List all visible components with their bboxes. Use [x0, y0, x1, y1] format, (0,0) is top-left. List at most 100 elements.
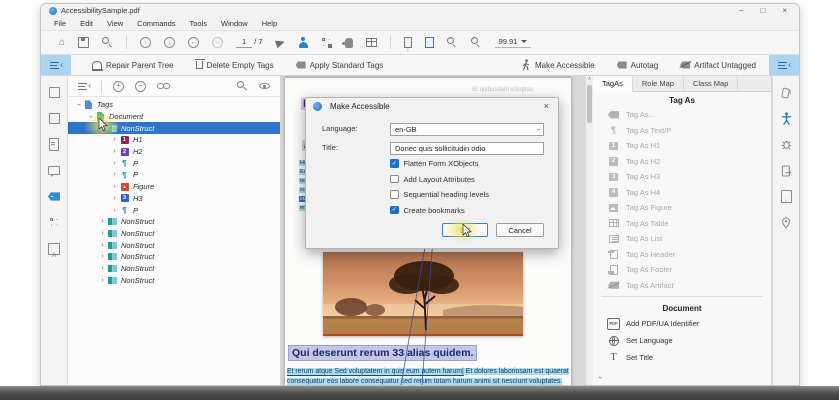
comment-button[interactable] — [48, 164, 61, 177]
tag-active-button[interactable] — [48, 190, 61, 203]
menu-edit[interactable]: Edit — [73, 19, 100, 28]
vertical-scrollbar[interactable]: ∧ — [585, 76, 593, 385]
tree-item-nonstruct[interactable]: › NonStruct — [68, 251, 280, 263]
menu-commands[interactable]: Commands — [130, 19, 182, 28]
link-icon[interactable] — [157, 82, 170, 90]
tag-as-figure-button[interactable]: Tag As Figure — [593, 200, 771, 216]
tree-item-nonstruct[interactable]: › NonStruct — [68, 239, 280, 251]
page-indicator[interactable]: 1/ 7 — [236, 37, 263, 48]
tree-expand-arrow-icon[interactable]: › — [110, 136, 119, 143]
tree-expand-arrow-icon[interactable]: › — [98, 230, 107, 237]
tree-expand-arrow-icon[interactable]: › — [110, 171, 119, 178]
checkbox-icon[interactable]: ✓ — [390, 205, 399, 215]
set-language-button[interactable]: Set Language — [593, 332, 771, 349]
dialog-close-button[interactable]: × — [542, 101, 551, 111]
autotag-button[interactable]: Autotag — [608, 55, 668, 75]
set-title-button[interactable]: T Set Title — [593, 349, 771, 366]
tree-expand-arrow-icon[interactable]: › — [98, 265, 107, 272]
tree-item-nonstruct[interactable]: › NonStruct — [68, 216, 280, 228]
tag-as-header-button[interactable]: Tag As Header — [593, 247, 771, 263]
menu-window[interactable]: Window — [214, 19, 255, 28]
zoom-level-select[interactable]: 99.91 — [494, 37, 532, 48]
tree-item-p[interactable]: › ¶ P — [68, 204, 280, 216]
flatten-form-xobjects-checkbox[interactable]: ✓ Flatten Form XObjects — [390, 159, 489, 168]
panel-collapse-right-button[interactable] — [769, 55, 799, 75]
previous-view-button[interactable]: ← — [188, 37, 200, 48]
tag-as-footer-button[interactable]: Tag As Footer — [593, 262, 771, 278]
artifact-untagged-button[interactable]: Artifact Untagged — [671, 55, 765, 75]
tag-as-h1-button[interactable]: 1 Tag As H1 — [593, 138, 771, 154]
search-icon[interactable] — [237, 80, 248, 92]
expand-all-button[interactable]: + — [113, 80, 124, 92]
checkbox-icon[interactable]: ✓ — [390, 159, 399, 168]
add-pdf-ua-identifier-button[interactable]: PDF Add PDF/UA Identifier — [593, 315, 771, 332]
pointer-button[interactable] — [274, 37, 286, 48]
ok-button[interactable]: OK — [442, 223, 488, 237]
person-tool-button[interactable] — [298, 37, 309, 48]
collapse-all-button[interactable]: − — [135, 80, 146, 92]
tree-item-nonstruct[interactable]: › NonStruct — [68, 274, 280, 286]
grid-squares-button[interactable] — [48, 216, 61, 229]
checkbox-icon[interactable] — [390, 174, 399, 184]
pages-button[interactable] — [48, 85, 63, 99]
scrollbar-thumb[interactable] — [587, 85, 592, 123]
delete-empty-tags-button[interactable]: Delete Empty Tags — [187, 55, 283, 75]
attachment-button[interactable] — [48, 138, 61, 151]
file-export-button[interactable] — [780, 164, 793, 177]
tree-expand-arrow-icon[interactable]: › — [75, 100, 82, 109]
home-button[interactable]: ⌂ — [59, 37, 65, 48]
tree-item-document[interactable]: › Document — [68, 111, 280, 123]
tab-role-map[interactable]: Role Map — [633, 76, 684, 91]
tab-tagas[interactable]: TagAs — [593, 76, 633, 92]
tree-item-nonstruct[interactable]: › NonStruct — [68, 263, 280, 275]
tree-expand-arrow-icon[interactable]: › — [110, 160, 119, 167]
panel-menu-icon[interactable] — [78, 81, 91, 91]
title-input[interactable]: Donec quis sollicitudin odio — [390, 142, 544, 155]
tree-expand-arrow-icon[interactable]: › — [98, 242, 107, 249]
close-button[interactable]: × — [782, 6, 787, 15]
checkbox-icon[interactable] — [390, 190, 399, 199]
zoom-in-button[interactable]: + — [470, 36, 482, 48]
tag-as-h3-button[interactable]: 3 Tag As H3 — [593, 169, 771, 185]
tree-expand-arrow-icon[interactable]: › — [110, 207, 119, 214]
minimize-button[interactable]: – — [739, 6, 743, 15]
location-pin-button[interactable] — [780, 216, 793, 229]
tree-item-figure[interactable]: › Figure — [68, 181, 280, 193]
tag-as-text-p-button[interactable]: ¶ Tag As Text/P — [593, 123, 771, 139]
menu-tools[interactable]: Tools — [183, 19, 215, 28]
tree-item-nonstruct[interactable]: › NonStruct — [68, 122, 280, 135]
sequential-heading-levels-checkbox[interactable]: Sequential heading levels — [390, 190, 489, 199]
device-rotate-button[interactable] — [780, 86, 793, 99]
hand-tool-button[interactable] — [342, 37, 353, 48]
search-button[interactable] — [102, 37, 113, 48]
eye-icon[interactable] — [259, 82, 270, 90]
tree-expand-arrow-icon[interactable]: › — [98, 277, 107, 284]
panel-scroll-chevron-icon[interactable]: › — [597, 376, 604, 378]
tree-expand-arrow-icon[interactable]: › — [98, 218, 107, 225]
tree-expand-arrow-icon[interactable]: › — [110, 195, 119, 202]
go-up-button[interactable]: ↑ — [140, 37, 152, 48]
apply-standard-tags-button[interactable]: Apply Standard Tags — [287, 55, 393, 75]
menu-help[interactable]: Help — [255, 19, 284, 28]
tree-item-h2[interactable]: › 2 H2 — [68, 146, 280, 158]
maximize-button[interactable]: □ — [760, 6, 765, 15]
tree-item-nonstruct[interactable]: › NonStruct — [68, 228, 280, 240]
tree-expand-arrow-icon[interactable]: › — [87, 112, 94, 121]
tag-as-h4-button[interactable]: 4 Tag As H4 — [593, 185, 771, 201]
file-alert-button[interactable]: ! — [780, 190, 793, 206]
tab-class-map[interactable]: Class Map — [684, 76, 739, 91]
zoom-out-button[interactable]: − — [446, 36, 458, 48]
scroll-up-arrow-icon[interactable]: ∧ — [586, 76, 593, 83]
make-accessible-button[interactable]: Make Accessible — [512, 55, 604, 75]
tree-item-tags[interactable]: › Tags — [68, 99, 280, 111]
tag-as-h2-button[interactable]: 2 Tag As H2 — [593, 154, 771, 170]
tree-item-p[interactable]: › ¶ P — [68, 169, 280, 181]
layers-button[interactable] — [48, 111, 63, 125]
tag-as-artifact-button[interactable]: Tag As Artifact — [593, 278, 771, 294]
letter-a-button[interactable] — [48, 242, 61, 255]
accessibility-active-button[interactable] — [780, 112, 793, 125]
bug-button[interactable] — [780, 138, 793, 151]
go-down-button[interactable]: ↓ — [164, 37, 176, 48]
tree-expand-arrow-icon[interactable]: › — [110, 148, 119, 155]
tree-item-h1[interactable]: › 1 H1 — [68, 134, 280, 146]
